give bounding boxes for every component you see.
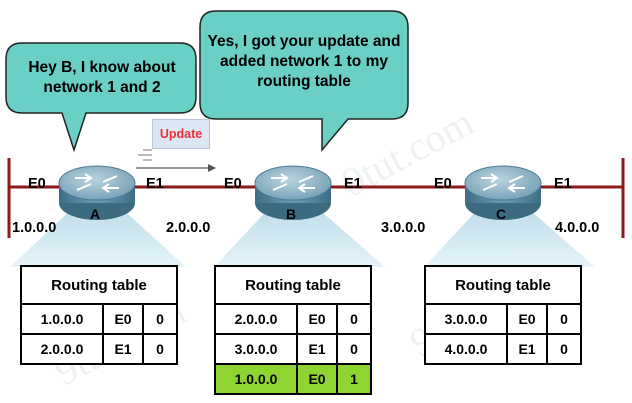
network-1-label: 1.0.0.0 [12,220,57,236]
routing-table-a: Routing table 1.0.0.0 E0 0 2.0.0.0 E1 0 [20,265,178,365]
router-a-e0-label: E0 [28,176,46,192]
routing-table-title: Routing table [424,265,582,305]
table-row: 4.0.0.0 E1 0 [424,333,582,365]
routing-table-title: Routing table [214,265,372,305]
router-a-e1-label: E1 [146,176,164,192]
router-c-label: C [496,206,507,222]
network-2-label: 2.0.0.0 [166,220,211,236]
network-4-label: 4.0.0.0 [555,220,600,236]
table-row-new-route: 1.0.0.0 E0 1 [214,363,372,395]
update-packet: Update [152,119,210,149]
router-c-e0-label: E0 [434,176,452,192]
router-b-label: B [286,206,297,222]
table-row: 3.0.0.0 E0 0 [424,303,582,335]
network-3-label: 3.0.0.0 [381,220,426,236]
table-row: 2.0.0.0 E0 0 [214,303,372,335]
update-arrow [136,149,216,172]
bubble-b-text: Yes, I got your update and added network… [207,33,401,90]
diagram: 9tut.com 9tut.com 9tut.com [0,0,632,403]
router-a-label: A [90,206,101,222]
table-row: 1.0.0.0 E0 0 [20,303,178,335]
table-row: 2.0.0.0 E1 0 [20,333,178,365]
routing-table-b: Routing table 2.0.0.0 E0 0 3.0.0.0 E1 0 … [214,265,372,395]
routing-table-title: Routing table [20,265,178,305]
table-row: 3.0.0.0 E1 0 [214,333,372,365]
router-b-e0-label: E0 [224,176,242,192]
routing-table-c: Routing table 3.0.0.0 E0 0 4.0.0.0 E1 0 [424,265,582,365]
bubble-a-text: Hey B, I know about network 1 and 2 [28,59,176,96]
router-c-e1-label: E1 [554,176,572,192]
router-b-e1-label: E1 [344,176,362,192]
